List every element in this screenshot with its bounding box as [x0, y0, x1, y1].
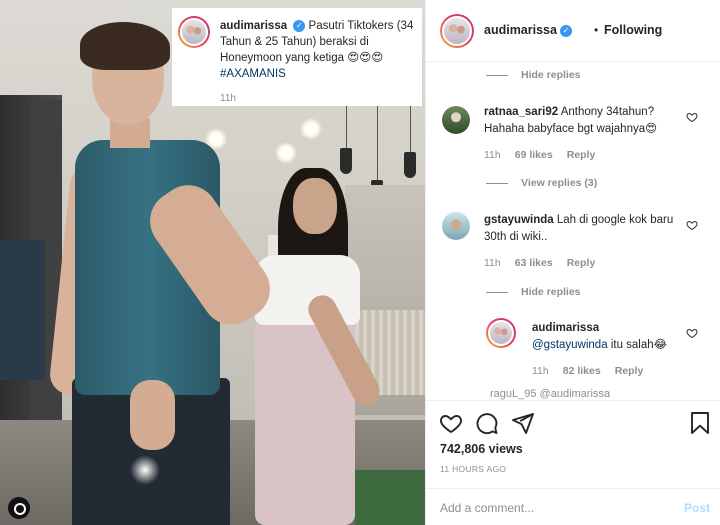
hide-replies-button[interactable]: Hide replies [521, 69, 581, 81]
caption-avatar[interactable] [178, 16, 210, 48]
hide-replies-button[interactable]: Hide replies [521, 286, 581, 298]
reply-divider [486, 75, 508, 76]
blur-spot [130, 455, 160, 485]
caption-text-block: audimarissa ✓ Pasutri Tiktokers (34 Tahu… [220, 18, 416, 82]
comment-avatar[interactable] [442, 106, 470, 134]
comment-likes[interactable]: 69 likes [515, 149, 553, 161]
post-video[interactable]: audimarissa ✓ Pasutri Tiktokers (34 Tahu… [0, 0, 425, 525]
comment-time: 11h [484, 149, 501, 161]
caption-hashtag[interactable]: #AXAMANIS [220, 68, 286, 80]
comment-input[interactable] [440, 499, 660, 517]
separator-dot: • [594, 23, 599, 37]
header-username-text[interactable]: audimarissa [484, 23, 557, 37]
woman-top [255, 255, 360, 325]
woman-face [293, 178, 337, 234]
caption-time: 11h [220, 93, 236, 104]
man-hand [130, 380, 175, 450]
small-heart-icon[interactable] [686, 219, 698, 231]
comment-meta: 11h 63 likes Reply [484, 257, 609, 269]
view-count[interactable]: 742,806 views [440, 442, 523, 456]
reply-comment: audimarissa @gstayuwinda itu salah😂 [532, 320, 682, 354]
view-replies-button[interactable]: View replies (3) [521, 177, 597, 189]
reply-mention[interactable]: @gstayuwinda [532, 339, 608, 351]
reply-time: 11h [532, 365, 549, 377]
comment-avatar[interactable] [442, 212, 470, 240]
reply-button[interactable]: Reply [567, 149, 596, 161]
comment-likes[interactable]: 63 likes [515, 257, 553, 269]
header-avatar[interactable] [440, 14, 474, 48]
background-clothes [0, 240, 45, 380]
reply-meta: 11h 82 likes Reply [532, 365, 657, 377]
reply-text: itu salah😂 [610, 339, 668, 351]
pendant-lamp [404, 152, 416, 178]
header-username[interactable]: audimarissa ✓ [484, 23, 572, 37]
caption-overlay: audimarissa ✓ Pasutri Tiktokers (34 Tahu… [172, 8, 422, 106]
comment-username[interactable]: ratnaa_sari92 [484, 106, 558, 118]
small-heart-icon[interactable] [686, 327, 698, 339]
verified-badge-icon: ✓ [293, 20, 306, 32]
ceiling-light [275, 142, 297, 164]
following-button[interactable]: Following [604, 23, 662, 37]
post-sidebar: audimarissa ✓ • Following Hide replies ra… [425, 0, 720, 525]
comments-list[interactable]: Hide replies ratnaa_sari92 Anthony 34tah… [426, 62, 720, 400]
instagram-logo-icon [8, 497, 30, 519]
comment: ratnaa_sari92 Anthony 34tahun? Hahaha ba… [484, 104, 679, 138]
comment-username[interactable]: gstayuwinda [484, 214, 554, 226]
comment-time: 11h [484, 257, 501, 269]
bookmark-icon[interactable] [688, 411, 712, 435]
lamp-cord [377, 100, 378, 182]
reply-button[interactable]: Reply [615, 365, 644, 377]
man-hair [80, 22, 170, 70]
ceiling-light [300, 118, 322, 140]
floor-rug [355, 470, 425, 525]
reply-avatar[interactable] [486, 318, 516, 348]
reply-likes[interactable]: 82 likes [563, 365, 601, 377]
pendant-lamp [340, 148, 352, 174]
reply-username[interactable]: audimarissa [532, 320, 682, 337]
verified-badge-icon: ✓ [559, 25, 572, 37]
reply-divider [486, 183, 508, 184]
post-actions: 742,806 views 11 HOURS AGO [426, 400, 720, 488]
reply-button[interactable]: Reply [567, 257, 596, 269]
heart-icon[interactable] [439, 411, 463, 435]
post-timestamp: 11 HOURS AGO [440, 464, 507, 474]
small-heart-icon[interactable] [686, 111, 698, 123]
reply-divider [486, 292, 508, 293]
caption-username[interactable]: audimarissa [220, 20, 287, 32]
comment-meta: 11h 69 likes Reply [484, 149, 609, 161]
comment-icon[interactable] [475, 411, 499, 435]
lamp-cord [410, 100, 411, 155]
partial-comment: raguL_95 @audimarissa [490, 388, 611, 400]
comment: gstayuwinda Lah di google kok baru 30th … [484, 212, 679, 246]
lamp-cord [346, 100, 347, 150]
add-comment-bar: Post [426, 488, 720, 525]
share-icon[interactable] [511, 411, 535, 435]
post-header: audimarissa ✓ • Following [426, 0, 720, 62]
post-button[interactable]: Post [684, 501, 710, 515]
